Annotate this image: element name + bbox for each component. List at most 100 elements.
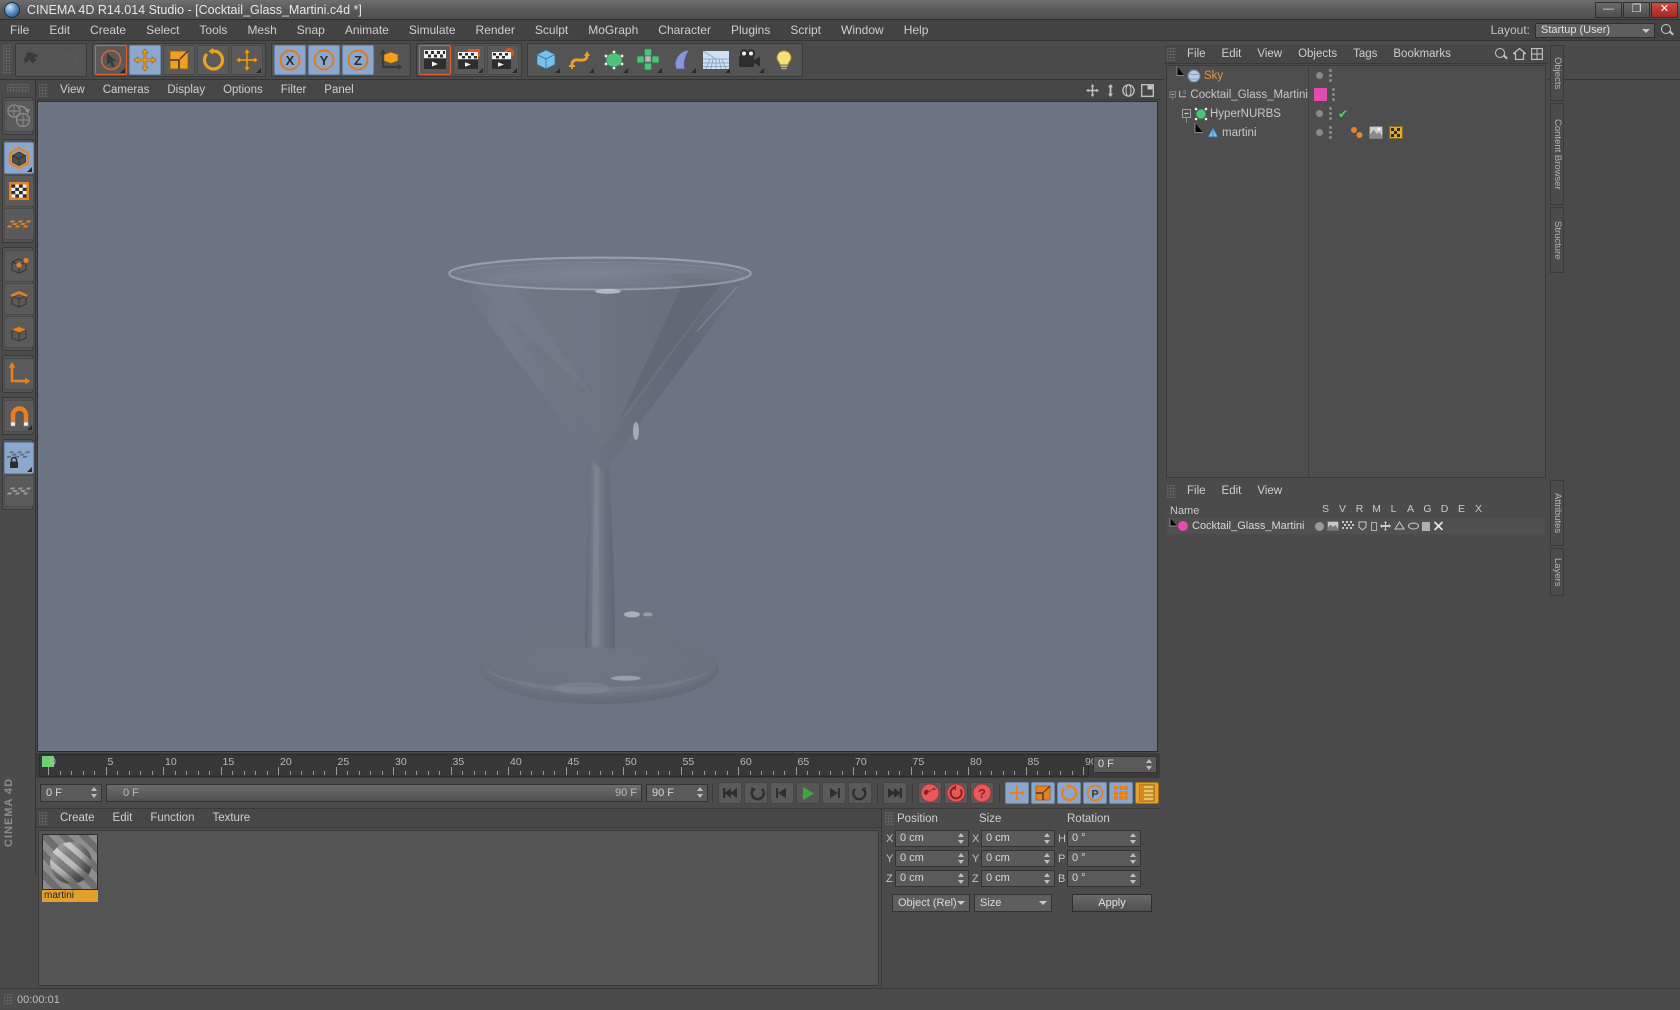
coordinates-grip[interactable]: [885, 812, 894, 825]
spinner-icon[interactable]: [958, 833, 965, 844]
axis-y-icon[interactable]: Y: [308, 45, 340, 75]
step-back-icon[interactable]: [770, 782, 794, 804]
layer-flag-r-icon[interactable]: [1342, 521, 1354, 531]
menu-select[interactable]: Select: [136, 20, 189, 41]
search-icon[interactable]: [1660, 23, 1674, 37]
menu-mograph[interactable]: MoGraph: [578, 20, 648, 41]
vis-dots-icon[interactable]: [1329, 126, 1332, 139]
key-rotation-icon[interactable]: [1057, 782, 1081, 804]
render-region-icon[interactable]: [453, 45, 485, 75]
edge-tab-structure[interactable]: Structure: [1550, 207, 1564, 273]
layer-manager-grip[interactable]: [1167, 485, 1176, 498]
menu-plugins[interactable]: Plugins: [721, 20, 780, 41]
object-row-martini[interactable]: martini: [1167, 123, 1308, 142]
size-mode-select[interactable]: Size: [974, 894, 1052, 912]
render-view-icon[interactable]: [419, 45, 451, 75]
object-menu-tags[interactable]: Tags: [1345, 45, 1385, 64]
material-manager-body[interactable]: martini: [38, 830, 879, 986]
workplane-icon[interactable]: [4, 475, 34, 507]
move-tool-icon[interactable]: [231, 45, 263, 75]
timeline-ruler[interactable]: 0 5 10 15 20 25 30 35 40 45 50 55 60 65 70 75 80 85 90: [39, 754, 1097, 777]
rotation-p-input[interactable]: 0 °: [1067, 850, 1141, 867]
spinner-icon[interactable]: [1044, 873, 1051, 884]
material-menu-texture[interactable]: Texture: [203, 809, 259, 828]
undo-view-icon[interactable]: [4, 100, 34, 132]
material-tag-icon[interactable]: [1389, 126, 1403, 139]
key-position-icon[interactable]: [1005, 782, 1029, 804]
size-z-input[interactable]: 0 cm: [981, 870, 1055, 887]
redo-icon[interactable]: [52, 45, 84, 75]
apply-button[interactable]: Apply: [1072, 894, 1152, 912]
layer-menu-edit[interactable]: Edit: [1214, 482, 1250, 501]
spinner-icon[interactable]: [1130, 873, 1137, 884]
spinner-icon[interactable]: [958, 853, 965, 864]
menu-create[interactable]: Create: [80, 20, 136, 41]
vis-dots-icon[interactable]: [1329, 107, 1332, 120]
edge-tab-layers[interactable]: Layers: [1550, 548, 1564, 596]
object-tree[interactable]: Sky 0 Cocktail_Glass_Martini HyperNURBS: [1167, 66, 1309, 477]
time-range-scrollbar[interactable]: 0 F 90 F: [106, 784, 642, 802]
object-menu-bookmarks[interactable]: Bookmarks: [1385, 45, 1459, 64]
layer-menu-view[interactable]: View: [1249, 482, 1290, 501]
close-button[interactable]: ✕: [1651, 1, 1678, 18]
polygon-deform-icon[interactable]: [4, 208, 34, 240]
viewport-canvas[interactable]: [37, 101, 1158, 752]
move-icon[interactable]: [129, 45, 161, 75]
key-pla-icon[interactable]: P: [1083, 782, 1107, 804]
point-mode-icon[interactable]: [4, 250, 34, 282]
dolly-view-icon[interactable]: [1105, 83, 1116, 97]
bend-deformer-icon[interactable]: [666, 45, 698, 75]
axis-z-icon[interactable]: Z: [342, 45, 374, 75]
search-icon[interactable]: [1494, 47, 1508, 61]
play-forward-loop-icon[interactable]: [848, 782, 872, 804]
menu-character[interactable]: Character: [648, 20, 721, 41]
edge-tab-attributes[interactable]: Attributes: [1550, 480, 1564, 546]
position-x-input[interactable]: 0 cm: [895, 830, 969, 847]
visibility-dot-icon[interactable]: [1316, 110, 1323, 117]
layer-color-swatch[interactable]: [1314, 88, 1327, 101]
layer-color-swatch[interactable]: [1178, 521, 1188, 531]
material-menu-function[interactable]: Function: [141, 809, 203, 828]
viewport-menu-view[interactable]: View: [51, 81, 94, 100]
menu-mesh[interactable]: Mesh: [237, 20, 286, 41]
magnet-icon[interactable]: [4, 400, 34, 432]
tree-expander-minus-icon[interactable]: [1169, 85, 1176, 104]
menu-snap[interactable]: Snap: [287, 20, 335, 41]
layer-row[interactable]: Cocktail_Glass_Martini: [1167, 518, 1545, 534]
spinner-icon[interactable]: [1130, 853, 1137, 864]
camera-icon[interactable]: [734, 45, 766, 75]
menu-render[interactable]: Render: [466, 20, 525, 41]
edge-mode-icon[interactable]: [4, 283, 34, 315]
object-manager-body[interactable]: Sky 0 Cocktail_Glass_Martini HyperNURBS: [1166, 65, 1546, 478]
object-menu-objects[interactable]: Objects: [1290, 45, 1345, 64]
object-row-cocktail-glass-martini[interactable]: 0 Cocktail_Glass_Martini: [1167, 85, 1308, 104]
vis-dots-icon[interactable]: [1332, 88, 1335, 101]
polygon-mode-icon[interactable]: [4, 316, 34, 348]
spinner-icon[interactable]: [1130, 833, 1137, 844]
dope-sheet-icon[interactable]: [1135, 782, 1159, 804]
viewport-menu-display[interactable]: Display: [158, 81, 214, 100]
menu-simulate[interactable]: Simulate: [399, 20, 466, 41]
layer-flag-d-icon[interactable]: [1408, 521, 1419, 531]
step-forward-icon[interactable]: [822, 782, 846, 804]
play-backwards-loop-icon[interactable]: [744, 782, 768, 804]
light-icon[interactable]: [768, 45, 800, 75]
layer-flag-a-icon[interactable]: [1380, 521, 1391, 531]
status-bar-grip[interactable]: [4, 994, 13, 1005]
rotation-h-input[interactable]: 0 °: [1067, 830, 1141, 847]
viewport-menu-filter[interactable]: Filter: [272, 81, 316, 100]
model-mode-icon[interactable]: [4, 142, 34, 174]
viewport-menu-cameras[interactable]: Cameras: [94, 81, 159, 100]
grid-icon[interactable]: [1531, 48, 1543, 60]
object-row-hypernurbs[interactable]: HyperNURBS: [1167, 104, 1308, 123]
cube-primitive-icon[interactable]: [530, 45, 562, 75]
enabled-check-icon[interactable]: ✔: [1338, 108, 1348, 120]
phong-tag-icon[interactable]: [1350, 126, 1363, 139]
size-x-input[interactable]: 0 cm: [981, 830, 1055, 847]
object-manager-grip[interactable]: [1167, 47, 1176, 61]
axis-mode-icon[interactable]: [4, 358, 34, 390]
layer-flag-m-icon[interactable]: [1357, 521, 1368, 531]
array-icon[interactable]: [632, 45, 664, 75]
object-menu-edit[interactable]: Edit: [1214, 45, 1250, 64]
layer-flag-x-icon[interactable]: [1433, 521, 1444, 531]
